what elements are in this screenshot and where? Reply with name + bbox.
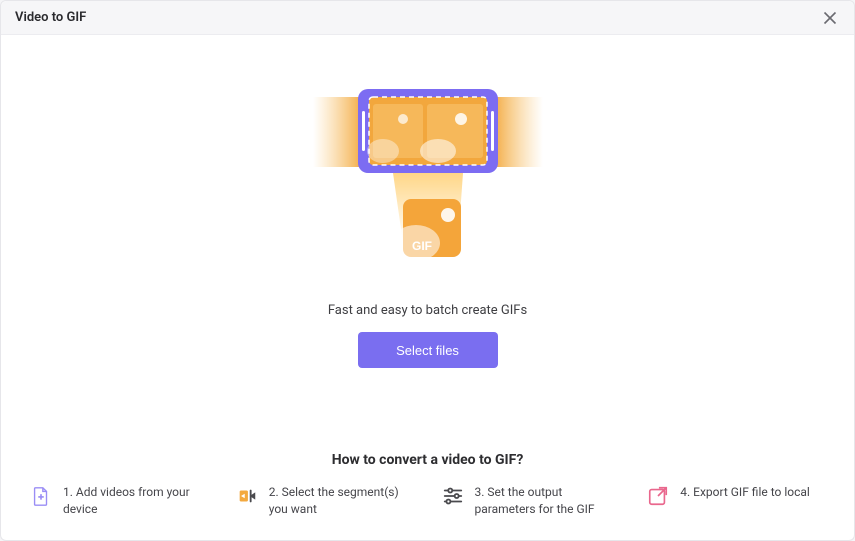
select-files-button[interactable]: Select files (358, 332, 498, 368)
howto-title: How to convert a video to GIF? (29, 452, 826, 468)
trim-icon (235, 484, 259, 508)
step-text: 4. Export GIF file to local (680, 484, 810, 501)
hero-tagline: Fast and easy to batch create GIFs (328, 303, 527, 318)
titlebar: Video to GIF (1, 1, 854, 35)
gif-badge-text: GIF (412, 239, 432, 253)
export-icon (646, 484, 670, 508)
howto-section: How to convert a video to GIF? 1. Add vi… (1, 452, 854, 540)
hero-illustration: GIF (313, 83, 543, 283)
step-text: 3. Set the output parameters for the GIF (475, 484, 621, 518)
step-add-videos: 1. Add videos from your device (29, 484, 209, 518)
close-icon (823, 11, 837, 25)
close-button[interactable] (818, 6, 842, 30)
window-body: GIF Fast and easy to batch create GIFs S… (1, 35, 854, 540)
step-set-parameters: 3. Set the output parameters for the GIF (441, 484, 621, 518)
video-to-gif-window: Video to GIF (0, 0, 855, 541)
step-text: 2. Select the segment(s) you want (269, 484, 415, 518)
step-text: 1. Add videos from your device (63, 484, 209, 518)
howto-steps: 1. Add videos from your device 2. Select… (29, 484, 826, 518)
sliders-icon (441, 484, 465, 508)
add-file-icon (29, 484, 53, 508)
step-export: 4. Export GIF file to local (646, 484, 826, 518)
step-select-segment: 2. Select the segment(s) you want (235, 484, 415, 518)
hero-area: GIF Fast and easy to batch create GIFs S… (1, 35, 854, 452)
window-title: Video to GIF (15, 10, 86, 25)
